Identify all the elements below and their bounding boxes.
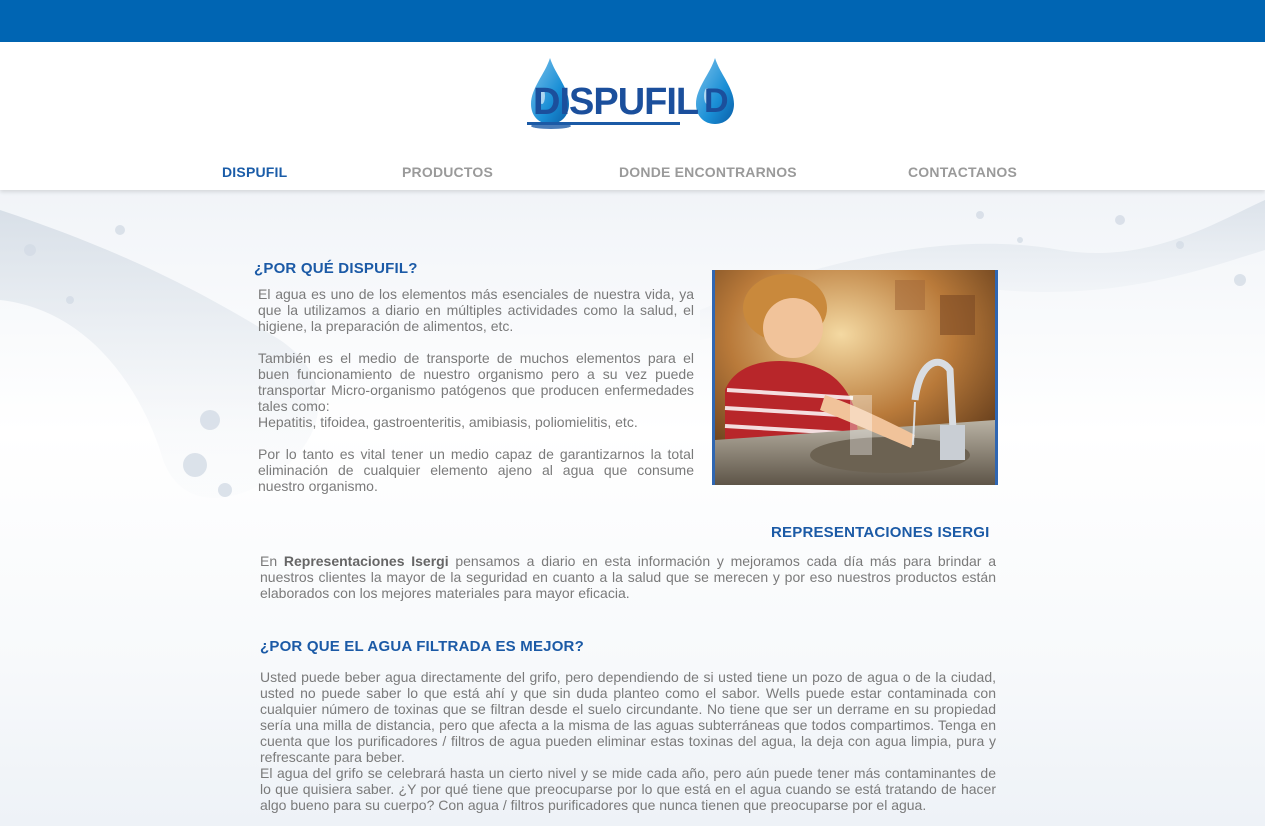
intro-text: El agua es uno de los elementos más esen… bbox=[258, 286, 694, 510]
intro-paragraph-2: También es el medio de transporte de muc… bbox=[258, 350, 694, 414]
child-at-faucet-photo bbox=[712, 270, 998, 485]
intro-paragraph-1: El agua es uno de los elementos más esen… bbox=[258, 286, 694, 334]
filtered-water-paragraph-1: Usted puede beber agua directamente del … bbox=[260, 669, 996, 765]
filtered-water-paragraph-2: El agua del grifo se celebrará hasta un … bbox=[260, 765, 996, 813]
section-title-agua-filtrada: ¿POR QUE EL AGUA FILTRADA ES MEJOR? bbox=[260, 638, 584, 655]
section-title-representaciones-isergi: REPRESENTACIONES ISERGI bbox=[771, 524, 990, 541]
isergi-text-bold: Representaciones Isergi bbox=[283, 553, 449, 569]
intro-paragraph-3: Por lo tanto es vital tener un medio cap… bbox=[258, 446, 694, 494]
section-title-por-que-dispufil: ¿POR QUÉ DISPUFIL? bbox=[254, 260, 418, 277]
intro-paragraph-diseases: Hepatitis, tifoidea, gastroenteritis, am… bbox=[258, 414, 638, 430]
main-content: ¿POR QUÉ DISPUFIL? El agua es uno de los… bbox=[0, 0, 1265, 826]
filtered-water-text: Usted puede beber agua directamente del … bbox=[260, 669, 996, 829]
isergi-paragraph: En Representaciones Isergi pensamos a di… bbox=[260, 553, 996, 601]
isergi-text-pre: En bbox=[260, 553, 284, 569]
